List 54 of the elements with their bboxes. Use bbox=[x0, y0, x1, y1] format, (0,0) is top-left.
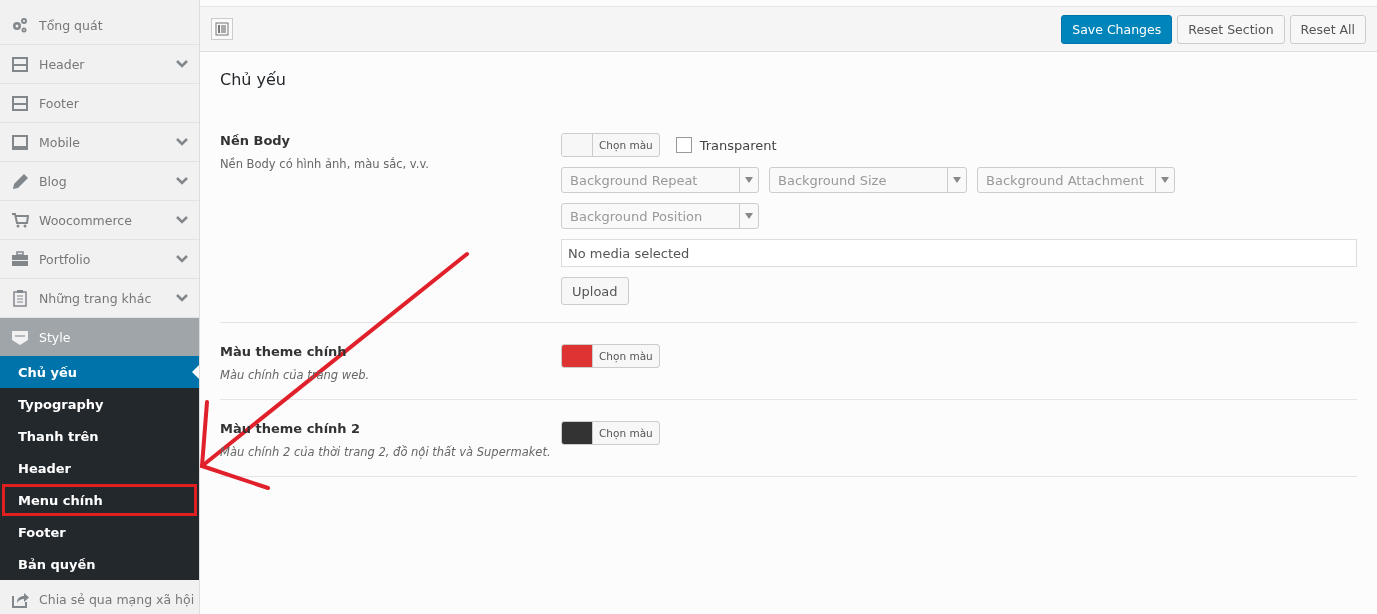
setting-title: Màu theme chính bbox=[220, 344, 348, 359]
pencil-icon bbox=[11, 172, 29, 190]
reset-button[interactable]: Reset Section bbox=[1177, 14, 1285, 44]
submenu-item[interactable]: Header bbox=[0, 452, 199, 484]
sidebar-item[interactable]: Chia sẻ qua mạng xã hội bbox=[0, 580, 199, 614]
css-badge-icon bbox=[11, 328, 29, 346]
select-dropdown[interactable]: Background Position bbox=[561, 203, 759, 229]
submenu-item[interactable]: Bản quyền bbox=[0, 548, 199, 580]
dropdown-arrow-icon bbox=[745, 177, 753, 183]
upload-button[interactable]: Upload bbox=[561, 277, 629, 305]
color-picker-button[interactable]: Chọn màu bbox=[561, 421, 660, 445]
screen-icon bbox=[11, 133, 29, 151]
cart-icon bbox=[11, 211, 29, 229]
sidebar-item[interactable]: Blog bbox=[0, 162, 199, 201]
select-dropdown[interactable]: Background Attachment bbox=[977, 167, 1175, 193]
save-button[interactable]: Save Changes bbox=[1061, 14, 1173, 44]
media-field[interactable]: No media selected bbox=[561, 239, 1357, 267]
layout-icon bbox=[11, 94, 29, 112]
color-picker-button[interactable]: Chọn màu bbox=[561, 133, 660, 157]
submenu-item[interactable]: Thanh trên bbox=[0, 420, 199, 452]
sidebar-item[interactable]: Mobile bbox=[0, 123, 199, 162]
gears-icon bbox=[11, 16, 29, 34]
chevron-down-icon bbox=[175, 59, 189, 69]
share-icon bbox=[11, 590, 29, 608]
layout-toggle-icon[interactable] bbox=[211, 18, 233, 40]
section-title: Chủ yếu bbox=[220, 70, 287, 89]
submenu-item[interactable]: Footer bbox=[0, 516, 199, 548]
chevron-down-icon bbox=[175, 137, 189, 147]
sidebar-item[interactable]: Footer bbox=[0, 84, 199, 123]
select-dropdown[interactable]: Background Repeat bbox=[561, 167, 759, 193]
setting-title: Nền Body bbox=[220, 133, 292, 148]
chevron-down-icon bbox=[175, 293, 189, 303]
setting-description: Màu chính 2 của thời trang 2, đồ nội thất và Supermaket. bbox=[220, 445, 552, 459]
chevron-down-icon bbox=[175, 176, 189, 186]
select-dropdown[interactable]: Background Size bbox=[769, 167, 967, 193]
submenu-item[interactable]: Menu chính bbox=[0, 484, 199, 516]
clipboard-icon bbox=[11, 289, 29, 307]
sidebar-item[interactable]: Tổng quát bbox=[0, 6, 199, 45]
sidebar-item[interactable]: Header bbox=[0, 45, 199, 84]
layout-icon bbox=[11, 55, 29, 73]
sidebar-item[interactable]: Portfolio bbox=[0, 240, 199, 279]
reset-button[interactable]: Reset All bbox=[1289, 14, 1366, 44]
chevron-down-icon bbox=[175, 254, 189, 264]
setting-description: Nền Body có hình ảnh, màu sắc, v.v. bbox=[220, 157, 430, 171]
submenu-item[interactable]: Typography bbox=[0, 388, 199, 420]
briefcase-icon bbox=[11, 250, 29, 268]
transparent-checkbox[interactable]: Transparent bbox=[675, 137, 777, 153]
submenu-item[interactable]: Chủ yếu bbox=[0, 356, 199, 388]
sidebar-item[interactable]: Woocommerce bbox=[0, 201, 199, 240]
dropdown-arrow-icon bbox=[745, 213, 753, 219]
chevron-down-icon bbox=[175, 215, 189, 225]
dropdown-arrow-icon bbox=[953, 177, 961, 183]
color-picker-button[interactable]: Chọn màu bbox=[561, 344, 660, 368]
dropdown-arrow-icon bbox=[1161, 177, 1169, 183]
